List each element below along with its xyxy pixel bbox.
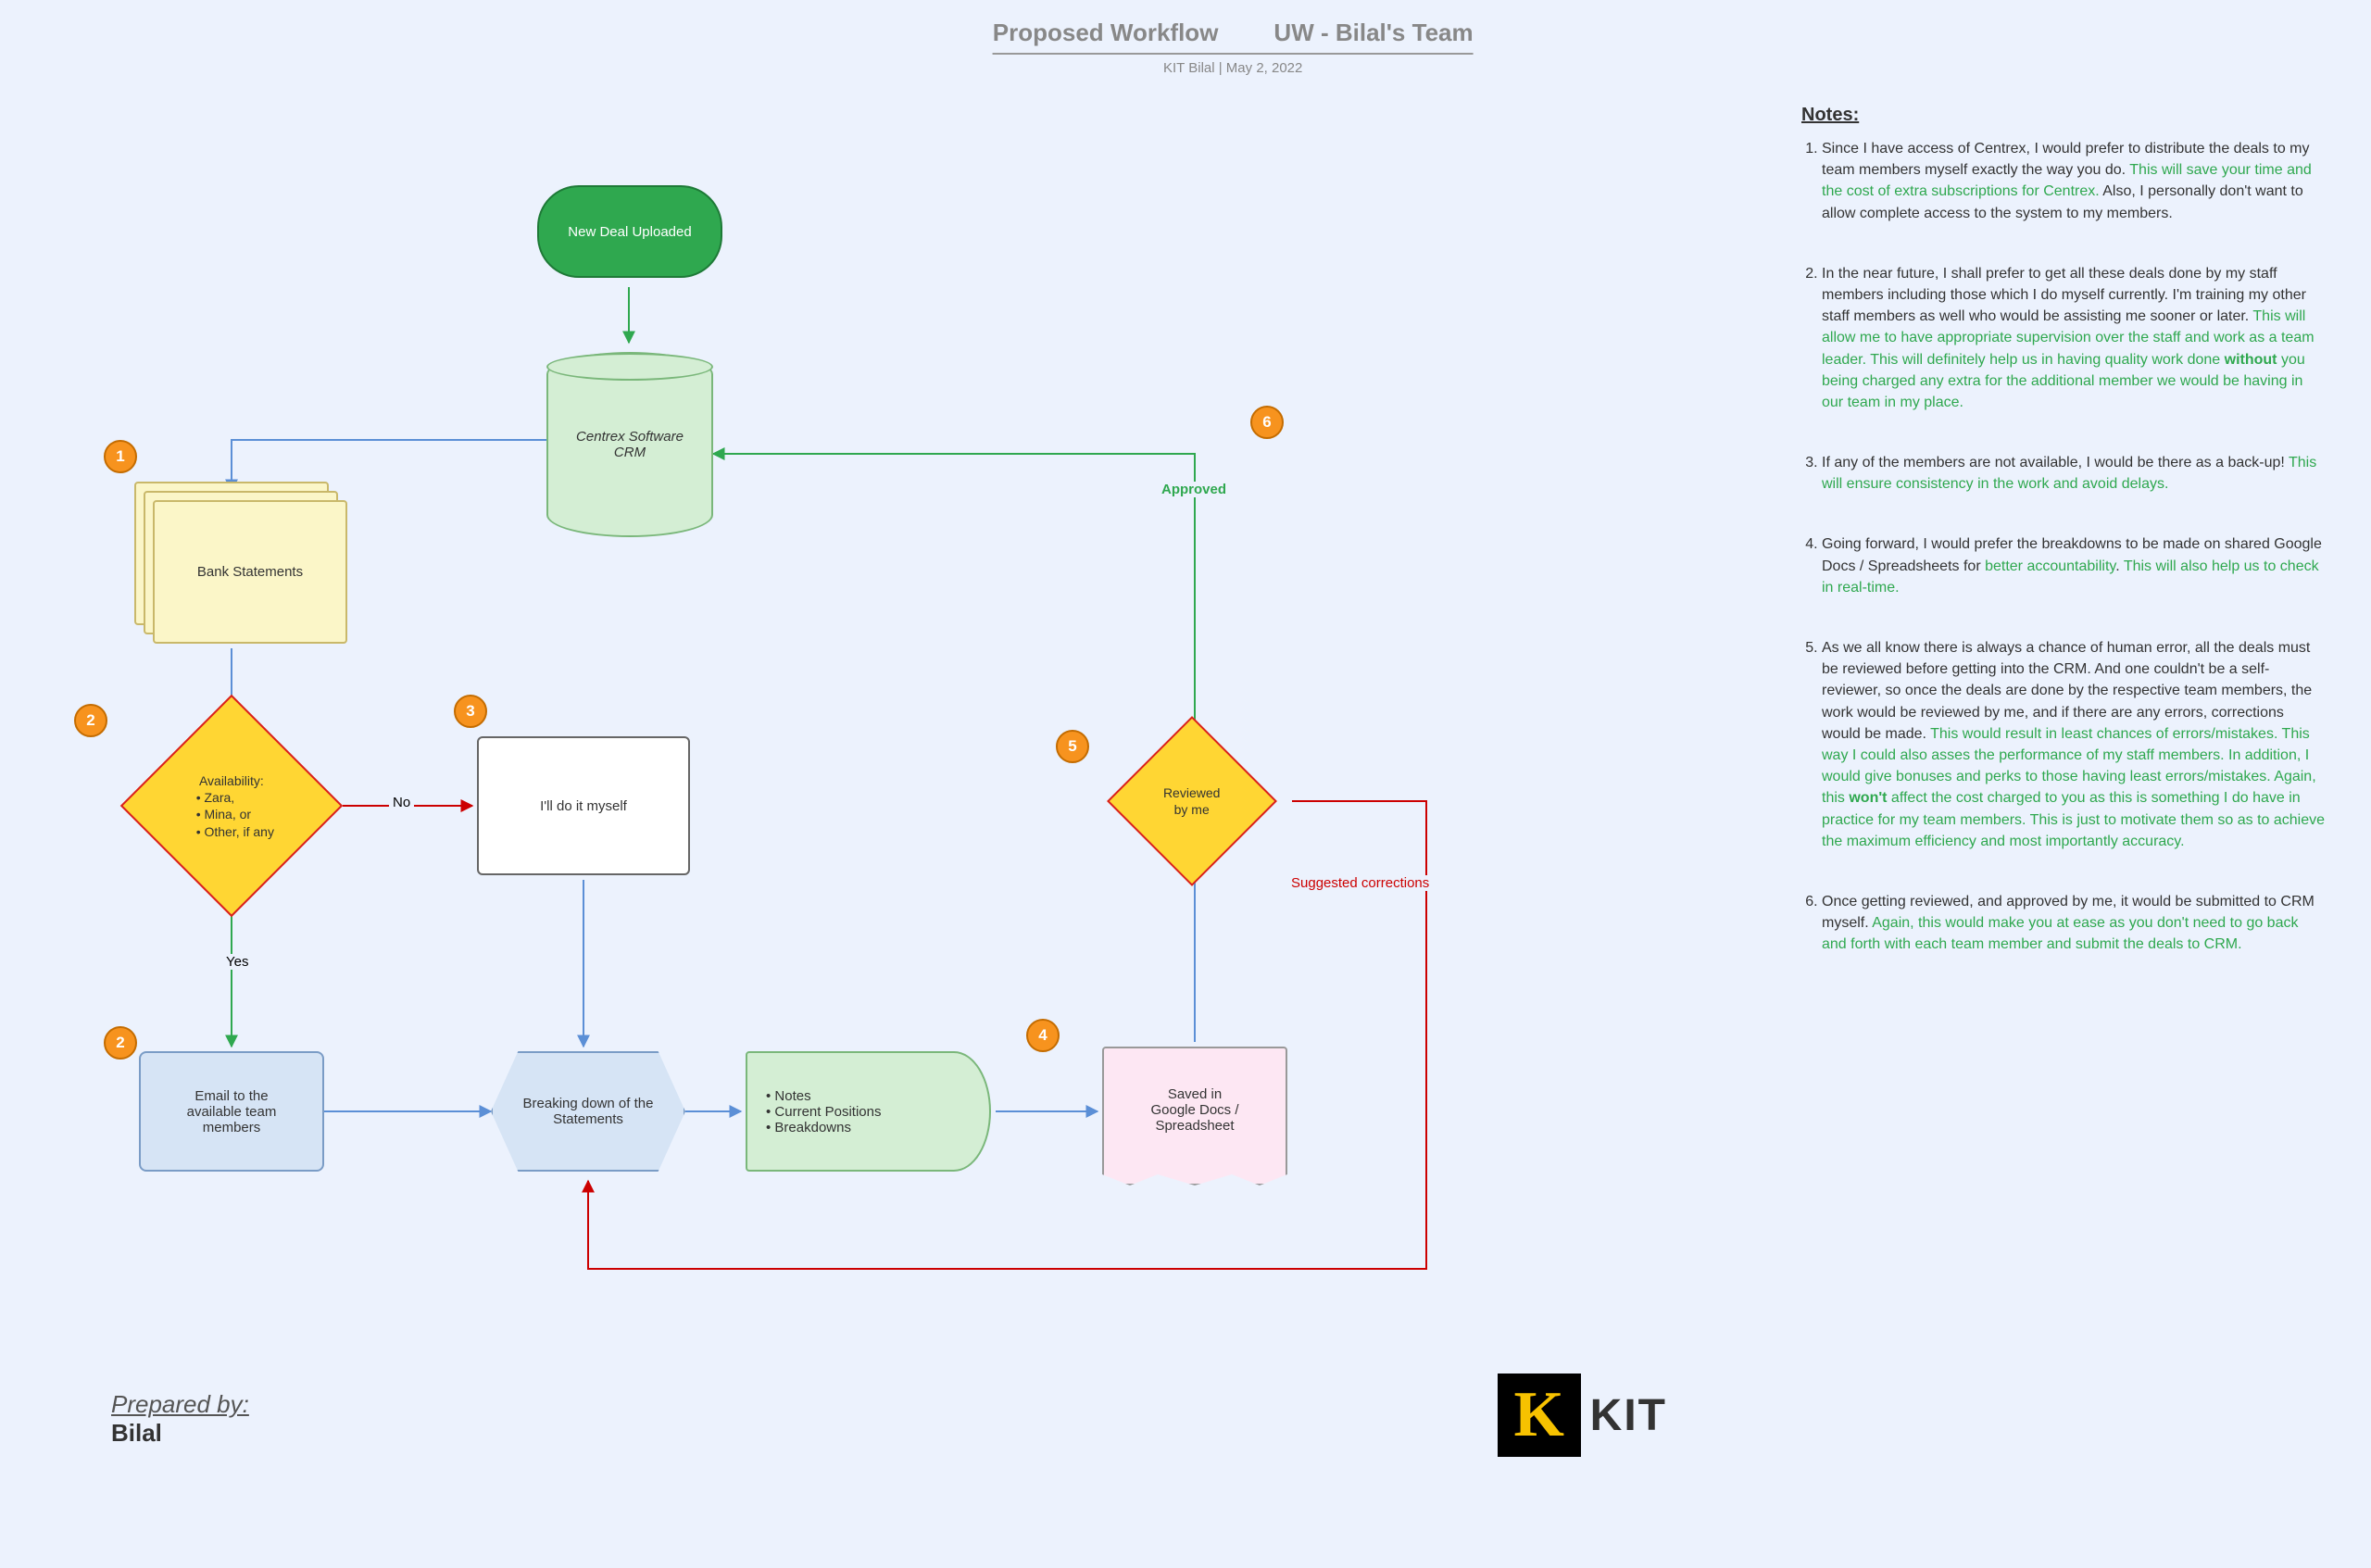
badge-5: 5 (1056, 730, 1089, 763)
avail-b1: • Zara, (189, 789, 274, 806)
node-bank-statements: Bank Statements (153, 500, 347, 644)
avail-b3: • Other, if any (189, 822, 274, 839)
kit-logo: K KIT (1498, 1374, 1667, 1457)
node-breaking: Breaking down of the Statements (491, 1051, 685, 1172)
saved-l2: Google Docs / (1150, 1102, 1238, 1118)
edge-suggested: Suggested corrections (1287, 875, 1433, 891)
badge-6: 6 (1250, 406, 1284, 439)
saved-l1: Saved in (1168, 1086, 1222, 1102)
edge-no: No (389, 795, 414, 810)
bank-statements-label: Bank Statements (197, 564, 303, 580)
badge-2b: 2 (104, 1026, 137, 1060)
note-3: If any of the members are not available,… (1822, 452, 2325, 495)
prepared-by: Prepared by: Bilal (111, 1390, 249, 1448)
prepared-name: Bilal (111, 1419, 249, 1448)
notes-panel: Notes: Since I have access of Centrex, I… (1801, 102, 2325, 994)
saved-l3: Spreadsheet (1155, 1118, 1234, 1134)
email-l1: Email to the (194, 1088, 268, 1104)
notes-b3: • Breakdowns (766, 1120, 851, 1135)
breaking-l2: Statements (553, 1111, 623, 1127)
crm-l1: Centrex Software (576, 429, 684, 445)
badge-4: 4 (1026, 1019, 1060, 1052)
node-notes: • Notes • Current Positions • Breakdowns (746, 1051, 991, 1172)
do-myself-label: I'll do it myself (540, 798, 627, 814)
note-6: Once getting reviewed, and approved by m… (1822, 891, 2325, 956)
avail-title: Availability: (189, 772, 274, 789)
node-availability: Availability: • Zara, • Mina, or • Other… (120, 695, 343, 917)
avail-b2: • Mina, or (189, 806, 274, 822)
title-left: Proposed Workflow (993, 19, 1219, 47)
badge-2a: 2 (74, 704, 107, 737)
node-new-deal-label: New Deal Uploaded (568, 224, 691, 240)
notes-title: Notes: (1801, 102, 2325, 129)
node-reviewed: Reviewed by me (1107, 716, 1277, 886)
notes-b2: • Current Positions (766, 1104, 881, 1120)
node-email-team: Email to the available team members (139, 1051, 324, 1172)
email-l3: members (203, 1120, 261, 1135)
notes-b1: • Notes (766, 1088, 811, 1104)
node-do-myself: I'll do it myself (477, 736, 690, 875)
prepared-label: Prepared by: (111, 1390, 249, 1419)
title-right: UW - Bilal's Team (1273, 19, 1473, 47)
kit-logo-text: KIT (1590, 1390, 1667, 1441)
note-4: Going forward, I would prefer the breakd… (1822, 533, 2325, 598)
node-saved: Saved in Google Docs / Spreadsheet (1102, 1047, 1287, 1185)
crm-l2: CRM (576, 445, 684, 460)
note-2: In the near future, I shall prefer to ge… (1822, 263, 2325, 413)
edge-yes: Yes (222, 954, 252, 970)
breaking-l1: Breaking down of the (523, 1096, 654, 1111)
reviewed-l2: by me (1163, 801, 1220, 818)
note-1: Since I have access of Centrex, I would … (1822, 138, 2325, 224)
reviewed-l1: Reviewed (1163, 784, 1220, 801)
node-new-deal: New Deal Uploaded (537, 185, 722, 278)
edge-approved: Approved (1158, 482, 1230, 497)
badge-3: 3 (454, 695, 487, 728)
node-crm: Centrex Software CRM (546, 352, 713, 537)
email-l2: available team (187, 1104, 277, 1120)
note-5: As we all know there is always a chance … (1822, 637, 2325, 852)
badge-1: 1 (104, 440, 137, 473)
diagram-header: Proposed Workflow UW - Bilal's Team KIT … (993, 19, 1474, 76)
subtitle: KIT Bilal | May 2, 2022 (993, 60, 1474, 76)
kit-logo-mark: K (1498, 1374, 1581, 1457)
